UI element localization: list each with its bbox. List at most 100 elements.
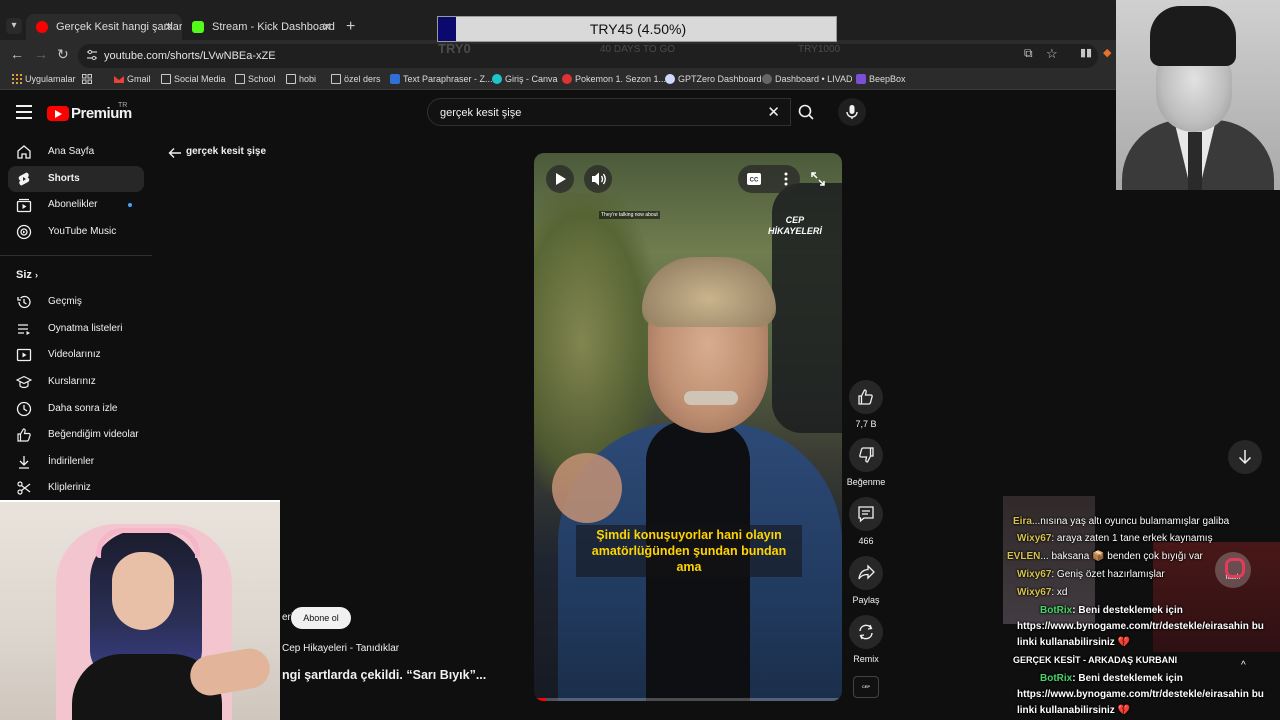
chevron-up-icon[interactable]: ^ bbox=[1241, 660, 1246, 671]
video-subject-mustache bbox=[684, 391, 738, 405]
like-button[interactable] bbox=[849, 380, 883, 414]
bookmark-ozel-ders[interactable]: özel ders bbox=[331, 74, 381, 84]
back-to-search-link[interactable]: gerçek kesit şişe bbox=[168, 146, 266, 158]
address-bar[interactable]: youtube.com/shorts/LVwNBEa-xZE bbox=[78, 44, 1098, 68]
bookmark-hobi[interactable]: hobi bbox=[286, 74, 316, 84]
video-progress-fill bbox=[534, 698, 547, 701]
download-icon bbox=[19, 456, 29, 469]
bookmark-gmail[interactable]: Gmail bbox=[114, 74, 151, 84]
bookmark-text-paraphraser[interactable]: Text Paraphraser - Z... bbox=[390, 74, 493, 84]
side-panel-icon[interactable]: ▮▮ bbox=[1080, 46, 1092, 59]
search-query: gerçek kesit şişe bbox=[440, 107, 522, 119]
sidebar-section-you[interactable]: Siz › bbox=[16, 269, 38, 281]
your-videos-icon bbox=[16, 348, 32, 362]
shorts-video-player[interactable]: CC They're talking now about CEP HİKAYEL… bbox=[534, 153, 842, 701]
chat-text: ... baksana 📦 benden çok bıyığı var bbox=[1040, 551, 1203, 562]
search-input[interactable]: gerçek kesit şişe ✕ bbox=[427, 98, 791, 126]
forward-icon[interactable]: → bbox=[34, 46, 48, 62]
tab-youtube[interactable]: Gerçek Kesit hangi şartlarda... ✕ bbox=[26, 14, 182, 40]
comments-action[interactable]: 466 bbox=[846, 497, 886, 546]
bookmark-school[interactable]: School bbox=[235, 74, 276, 84]
tab-kick[interactable]: Stream - Kick Dashboard ✕ bbox=[182, 14, 340, 40]
sidebar-item-label: Beğendiğim videolar bbox=[48, 429, 139, 440]
closed-captions-icon[interactable]: CC bbox=[746, 172, 762, 186]
country-badge: TR bbox=[118, 102, 128, 109]
sidebar-item-label: Kurslarınız bbox=[48, 376, 96, 387]
bookmark-apps[interactable]: Uygulamalar bbox=[12, 74, 76, 84]
video-subtitle: Şimdi konuşuyorlar hani olayın amatörlüğ… bbox=[576, 525, 802, 577]
like-count: 7,7 B bbox=[855, 419, 877, 429]
sidebar-item-subscriptions[interactable]: Abonelikler bbox=[8, 192, 144, 218]
share-action[interactable]: Paylaş bbox=[846, 556, 886, 605]
scissors-icon bbox=[17, 481, 31, 495]
sidebar-item-watch-later[interactable]: Daha sonra izle bbox=[8, 396, 144, 422]
reload-icon[interactable]: ↻ bbox=[57, 46, 69, 63]
bookmark-pokemon[interactable]: Pokemon 1. Sezon 1... bbox=[562, 74, 666, 84]
remix-action[interactable]: Remix bbox=[846, 615, 886, 664]
bookmark-gptzero[interactable]: GPTZero Dashboard bbox=[665, 74, 762, 84]
sidebar-item-liked-videos[interactable]: Beğendiğim videolar bbox=[8, 422, 144, 448]
video-title[interactable]: ngi şartlarda çekildi. “Sarı Bıyık”... bbox=[282, 668, 486, 682]
tab-search-dropdown[interactable]: ▾ bbox=[6, 18, 22, 34]
video-subject-hand bbox=[552, 453, 622, 523]
sidebar-item-home[interactable]: Ana Sayfa bbox=[8, 139, 144, 165]
video-subject-hair bbox=[642, 257, 776, 327]
youtube-logo-icon[interactable] bbox=[47, 106, 69, 121]
dislike-button[interactable] bbox=[849, 438, 883, 472]
subscribe-button[interactable]: Abone ol bbox=[291, 607, 351, 629]
dislike-action[interactable]: Beğenme bbox=[846, 438, 886, 487]
bookmark-label: BeepBox bbox=[869, 74, 906, 84]
site-info-icon[interactable] bbox=[86, 49, 98, 61]
bookmark-label: Uygulamalar bbox=[25, 74, 76, 84]
sidebar-item-downloads[interactable]: İndirilenler bbox=[8, 449, 144, 475]
bookmark-star-icon[interactable]: ☆ bbox=[1046, 46, 1058, 62]
video-progress-bar[interactable] bbox=[534, 698, 842, 701]
chat-text: : Beni desteklemek için bbox=[1072, 605, 1183, 616]
sidebar-item-your-videos[interactable]: Videolarınız bbox=[8, 342, 144, 368]
donation-goal-bar: TRY45 (4.50%) bbox=[437, 16, 837, 42]
streamer-webcam bbox=[0, 500, 280, 720]
new-tab-button[interactable]: + bbox=[346, 18, 355, 36]
sidebar-item-clips[interactable]: Klipleriniz bbox=[8, 475, 144, 501]
sidebar-item-playlists[interactable]: Oynatma listeleri bbox=[8, 316, 144, 342]
share-label: Paylaş bbox=[852, 595, 880, 605]
sidebar-item-youtube-music[interactable]: YouTube Music bbox=[8, 219, 144, 245]
comments-count: 466 bbox=[858, 536, 874, 546]
next-short-button[interactable] bbox=[1228, 440, 1262, 474]
bookmark-livad[interactable]: Dashboard • LIVAD bbox=[762, 74, 853, 84]
share-button[interactable] bbox=[849, 556, 883, 590]
back-icon[interactable]: ← bbox=[10, 46, 24, 62]
extension-icon[interactable]: ◆ bbox=[1103, 46, 1111, 59]
remix-button[interactable] bbox=[849, 615, 883, 649]
sidebar-item-courses[interactable]: Kurslarınız bbox=[8, 369, 144, 395]
comments-button[interactable] bbox=[849, 497, 883, 531]
volume-button[interactable] bbox=[584, 165, 612, 193]
sidebar-item-history[interactable]: Geçmiş bbox=[8, 289, 144, 315]
chat-message: https://www.bynogame.com/tr/destekle/eir… bbox=[1017, 689, 1264, 700]
like-action[interactable]: 7,7 B bbox=[846, 380, 886, 429]
bookmark-label: Giriş - Canva bbox=[505, 74, 558, 84]
voice-search-button[interactable] bbox=[838, 98, 866, 126]
bookmark-canva[interactable]: Giriş - Canva bbox=[492, 74, 558, 84]
more-vert-icon[interactable] bbox=[778, 171, 794, 187]
menu-icon[interactable] bbox=[16, 105, 32, 119]
sidebar-item-shorts[interactable]: Shorts bbox=[8, 166, 144, 192]
close-tab-icon[interactable]: ✕ bbox=[322, 20, 332, 34]
fullscreen-icon bbox=[811, 172, 825, 186]
install-app-icon[interactable]: ⧉ bbox=[1024, 46, 1033, 61]
play-button[interactable] bbox=[546, 165, 574, 193]
sidebar-divider bbox=[0, 255, 152, 256]
audio-source-thumbnail[interactable]: CEP bbox=[853, 676, 879, 698]
channel-name[interactable]: Cep Hikayeleri - Tanıdıklar bbox=[282, 643, 399, 654]
bookmark-beepbox[interactable]: BeepBox bbox=[856, 74, 906, 84]
folder-icon bbox=[331, 74, 341, 84]
bookmark-social-media[interactable]: Social Media bbox=[161, 74, 226, 84]
flash-badge: flash bbox=[1215, 552, 1251, 588]
chat-message: Wixy67: Geniş özet hazırlamışlar bbox=[1017, 569, 1165, 580]
site-icon bbox=[762, 74, 772, 84]
search-button[interactable] bbox=[791, 98, 823, 126]
close-tab-icon[interactable]: ✕ bbox=[164, 20, 174, 34]
flash-label: flash bbox=[1225, 574, 1241, 581]
clear-search-icon[interactable]: ✕ bbox=[767, 103, 780, 121]
fullscreen-button[interactable] bbox=[804, 165, 832, 193]
